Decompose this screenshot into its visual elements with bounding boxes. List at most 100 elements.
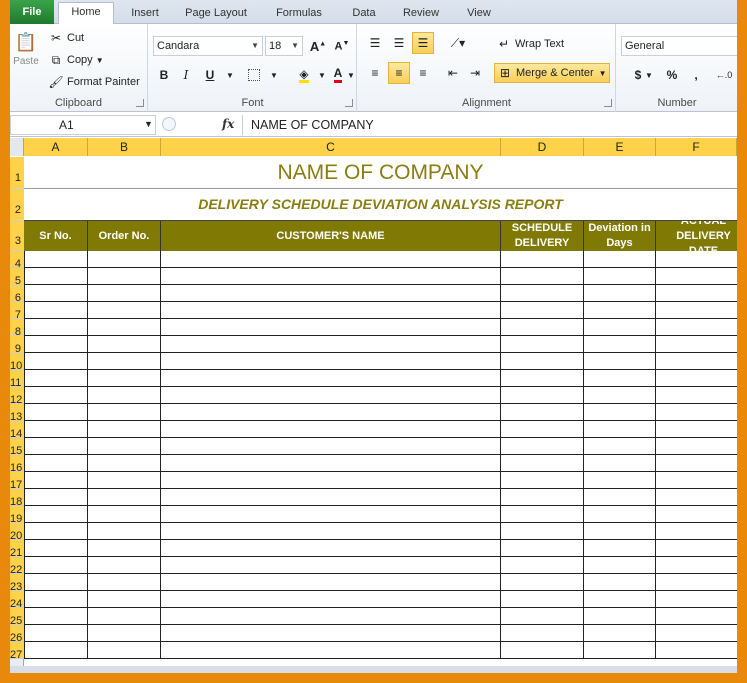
insert-function-icon[interactable]: fx <box>222 117 234 131</box>
table-cell[interactable] <box>161 455 501 472</box>
table-cell[interactable] <box>161 302 501 319</box>
font-name-select[interactable]: Candara ▼ <box>153 36 263 56</box>
table-cell[interactable] <box>24 353 88 370</box>
row-header-7[interactable]: 7 <box>10 302 24 321</box>
table-cell[interactable] <box>24 574 88 591</box>
table-cell[interactable] <box>656 251 737 268</box>
header-sr-no[interactable]: Sr No. <box>24 221 88 251</box>
table-cell[interactable] <box>88 574 161 591</box>
format-painter-button[interactable]: 🖌 Format Painter <box>48 72 139 92</box>
table-cell[interactable] <box>584 268 656 285</box>
column-header-a[interactable]: A <box>24 138 88 156</box>
table-cell[interactable] <box>584 285 656 302</box>
column-header-e[interactable]: E <box>584 138 656 156</box>
table-cell[interactable] <box>656 438 737 455</box>
table-cell[interactable] <box>501 336 584 353</box>
tab-home[interactable]: Home <box>58 2 114 25</box>
table-cell[interactable] <box>24 608 88 625</box>
table-cell[interactable] <box>88 523 161 540</box>
table-cell[interactable] <box>24 285 88 302</box>
table-cell[interactable] <box>161 268 501 285</box>
table-cell[interactable] <box>656 642 737 659</box>
row-header-9[interactable]: 9 <box>10 336 24 355</box>
name-box[interactable]: A1 <box>10 115 156 135</box>
table-cell[interactable] <box>88 591 161 608</box>
tab-file[interactable]: File <box>10 0 54 24</box>
table-cell[interactable] <box>161 625 501 642</box>
table-cell[interactable] <box>501 642 584 659</box>
table-cell[interactable] <box>24 404 88 421</box>
table-cell[interactable] <box>24 421 88 438</box>
table-cell[interactable] <box>24 438 88 455</box>
italic-button[interactable]: I <box>175 64 197 86</box>
row-header-11[interactable]: 11 <box>10 370 24 389</box>
table-cell[interactable] <box>161 540 501 557</box>
row-header-10[interactable]: 10 <box>10 353 24 372</box>
table-cell[interactable] <box>24 489 88 506</box>
table-cell[interactable] <box>88 268 161 285</box>
wrap-text-button[interactable]: ↵ Wrap Text <box>496 34 564 54</box>
borders-dropdown[interactable]: ▼ <box>263 64 285 86</box>
bold-button[interactable]: B <box>153 64 175 86</box>
table-cell[interactable] <box>88 608 161 625</box>
table-cell[interactable] <box>161 421 501 438</box>
table-cell[interactable] <box>656 625 737 642</box>
table-cell[interactable] <box>501 489 584 506</box>
column-header-c[interactable]: C <box>161 138 501 156</box>
align-top-button[interactable]: ☰ <box>364 32 386 54</box>
table-cell[interactable] <box>161 489 501 506</box>
table-cell[interactable] <box>584 455 656 472</box>
tab-formulas[interactable]: Formulas <box>268 4 330 24</box>
align-left-button[interactable]: ≡ <box>364 62 386 84</box>
tab-data[interactable]: Data <box>344 4 384 24</box>
table-cell[interactable] <box>88 455 161 472</box>
row-header-6[interactable]: 6 <box>10 285 24 304</box>
table-cell[interactable] <box>584 608 656 625</box>
table-cell[interactable] <box>161 404 501 421</box>
table-cell[interactable] <box>656 285 737 302</box>
table-cell[interactable] <box>24 625 88 642</box>
table-cell[interactable] <box>161 387 501 404</box>
table-cell[interactable] <box>161 336 501 353</box>
table-cell[interactable] <box>88 302 161 319</box>
table-cell[interactable] <box>501 557 584 574</box>
table-cell[interactable] <box>584 523 656 540</box>
table-cell[interactable] <box>161 472 501 489</box>
row-header-25[interactable]: 25 <box>10 608 24 627</box>
table-cell[interactable] <box>656 268 737 285</box>
row-header-19[interactable]: 19 <box>10 506 24 525</box>
dialog-launcher-icon[interactable] <box>136 99 144 107</box>
table-cell[interactable] <box>501 608 584 625</box>
tab-page-layout[interactable]: Page Layout <box>180 4 252 24</box>
underline-button[interactable]: U <box>199 64 221 86</box>
table-cell[interactable] <box>656 455 737 472</box>
font-size-select[interactable]: 18 ▼ <box>265 36 303 56</box>
table-cell[interactable] <box>501 387 584 404</box>
table-cell[interactable] <box>501 285 584 302</box>
table-cell[interactable] <box>584 625 656 642</box>
table-cell[interactable] <box>501 268 584 285</box>
formula-bar-handle-icon[interactable] <box>162 117 176 131</box>
table-cell[interactable] <box>501 421 584 438</box>
row-header-24[interactable]: 24 <box>10 591 24 610</box>
comma-button[interactable]: , <box>685 64 707 86</box>
table-cell[interactable] <box>584 404 656 421</box>
table-cell[interactable] <box>88 472 161 489</box>
table-cell[interactable] <box>656 540 737 557</box>
align-center-button[interactable]: ≡ <box>388 62 410 84</box>
table-cell[interactable] <box>584 540 656 557</box>
table-cell[interactable] <box>501 251 584 268</box>
table-cell[interactable] <box>584 472 656 489</box>
row-header-5[interactable]: 5 <box>10 268 24 287</box>
table-cell[interactable] <box>656 472 737 489</box>
table-cell[interactable] <box>584 336 656 353</box>
currency-dropdown[interactable]: ▼ <box>643 64 655 86</box>
table-cell[interactable] <box>88 404 161 421</box>
table-cell[interactable] <box>656 591 737 608</box>
table-cell[interactable] <box>88 506 161 523</box>
table-cell[interactable] <box>584 319 656 336</box>
align-bottom-button[interactable]: ☰ <box>412 32 434 54</box>
table-cell[interactable] <box>501 625 584 642</box>
table-cell[interactable] <box>24 336 88 353</box>
row-header-8[interactable]: 8 <box>10 319 24 338</box>
